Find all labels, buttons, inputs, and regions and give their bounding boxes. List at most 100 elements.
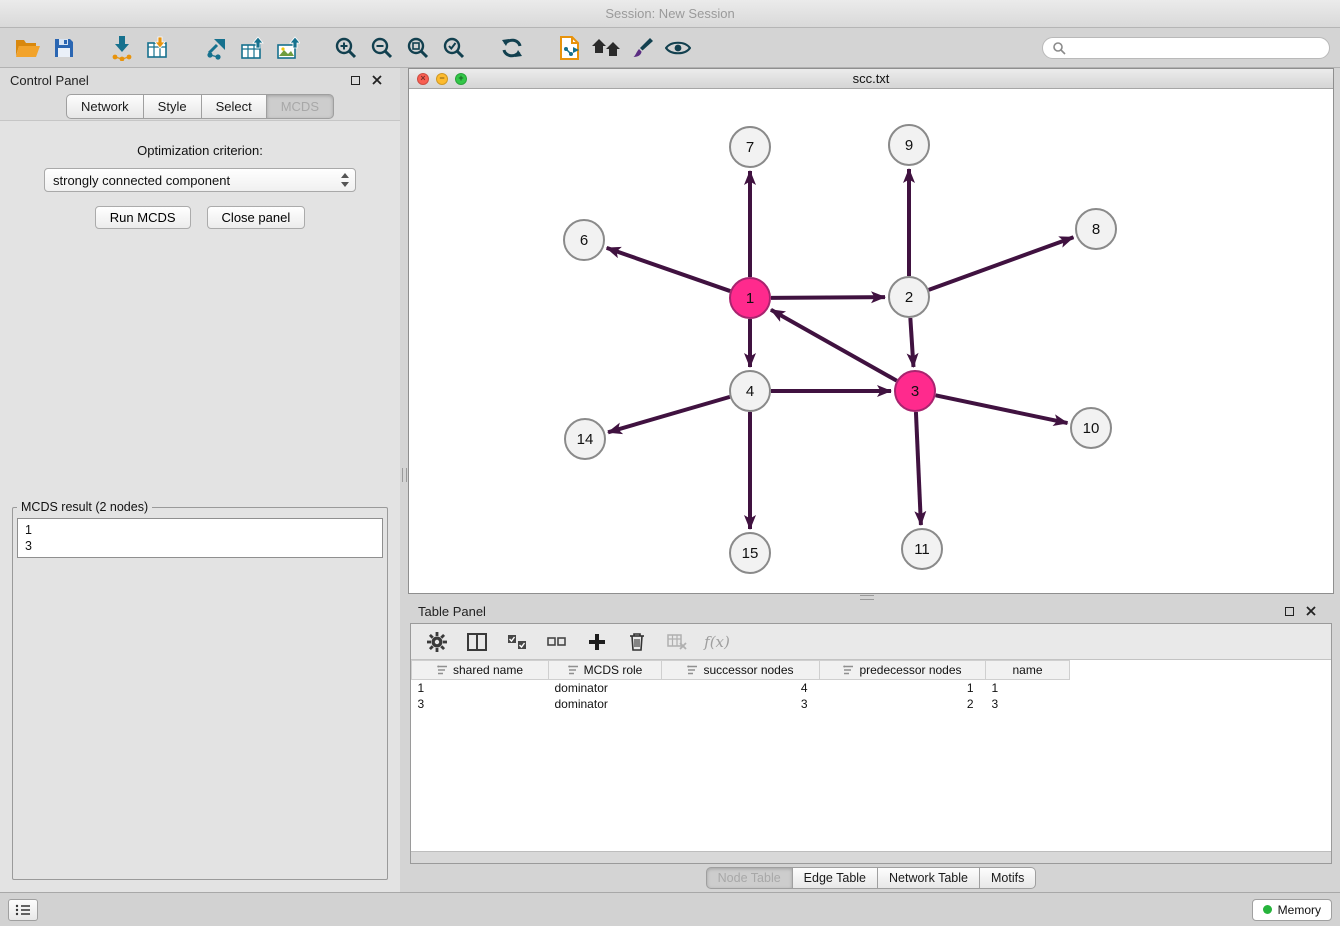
delete-table-button[interactable] <box>665 630 689 654</box>
function-builder-button[interactable]: f(x) <box>705 630 729 654</box>
column-header-name[interactable]: name <box>986 661 1070 680</box>
table-cell[interactable]: 1 <box>412 680 549 696</box>
tab-motifs[interactable]: Motifs <box>980 867 1036 889</box>
toggle-panels-button[interactable] <box>465 630 489 654</box>
column-type-icon <box>568 665 579 675</box>
column-header-shared-name[interactable]: shared name <box>412 661 549 680</box>
tab-style[interactable]: Style <box>144 94 202 119</box>
node-11[interactable]: 11 <box>902 529 942 569</box>
export-network-button[interactable] <box>198 32 234 64</box>
table-cell[interactable]: 3 <box>662 696 820 712</box>
network-from-document-button[interactable] <box>552 32 588 64</box>
node-4[interactable]: 4 <box>730 371 770 411</box>
network-canvas[interactable]: 7 9 6 8 1 2 4 3 14 10 15 11 <box>409 89 1333 593</box>
tab-network[interactable]: Network <box>66 94 144 119</box>
minimize-window-icon[interactable]: − <box>436 73 448 85</box>
import-network-button[interactable] <box>104 32 140 64</box>
zoom-selected-button[interactable] <box>436 32 472 64</box>
edge-2-3[interactable] <box>910 318 913 367</box>
node-2[interactable]: 2 <box>889 277 929 317</box>
node-3[interactable]: 3 <box>895 371 935 411</box>
column-header-predecessor-nodes[interactable]: predecessor nodes <box>820 661 986 680</box>
search-box[interactable] <box>1042 37 1330 59</box>
table-cell[interactable]: 1 <box>820 680 986 696</box>
zoom-window-icon[interactable]: + <box>455 73 467 85</box>
vertical-splitter[interactable] <box>400 68 408 892</box>
window-titlebar: Session: New Session <box>0 0 1340 28</box>
save-session-button[interactable] <box>46 32 82 64</box>
close-table-panel-icon[interactable] <box>1306 606 1316 616</box>
tab-network-table[interactable]: Network Table <box>878 867 980 889</box>
table-cell[interactable]: 3 <box>412 696 549 712</box>
column-header-mcds-role[interactable]: MCDS role <box>549 661 662 680</box>
close-panel-icon[interactable] <box>372 75 382 85</box>
home-button[interactable] <box>588 32 624 64</box>
column-settings-button[interactable] <box>425 630 449 654</box>
task-history-button[interactable] <box>8 899 38 921</box>
network-window-titlebar[interactable]: × − + scc.txt <box>409 69 1333 89</box>
import-table-button[interactable] <box>140 32 176 64</box>
node-9[interactable]: 9 <box>889 125 929 165</box>
control-panel: Control Panel Network Style Select MCDS … <box>0 68 400 892</box>
table-cell[interactable]: 2 <box>820 696 986 712</box>
deselect-all-button[interactable] <box>545 630 569 654</box>
main-toolbar <box>0 28 1340 68</box>
search-input[interactable] <box>1072 41 1320 55</box>
node-table[interactable]: shared name MCDS role successor nodes pr… <box>411 660 1331 851</box>
table-cell[interactable]: dominator <box>549 696 662 712</box>
table-bottom-strip <box>411 851 1331 863</box>
eye-icon <box>665 40 691 56</box>
add-row-button[interactable] <box>585 630 609 654</box>
criterion-select[interactable]: strongly connected component <box>44 168 356 192</box>
node-7[interactable]: 7 <box>730 127 770 167</box>
edge-4-14[interactable] <box>608 397 730 432</box>
svg-text:10: 10 <box>1083 420 1100 437</box>
close-window-icon[interactable]: × <box>417 73 429 85</box>
edge-3-1[interactable] <box>771 310 897 381</box>
node-15[interactable]: 15 <box>730 533 770 573</box>
edge-3-10[interactable] <box>936 395 1068 423</box>
float-table-panel-icon[interactable] <box>1285 607 1294 616</box>
paint-style-button[interactable] <box>624 32 660 64</box>
tab-mcds[interactable]: MCDS <box>267 94 334 119</box>
run-mcds-button[interactable]: Run MCDS <box>95 206 191 229</box>
node-6[interactable]: 6 <box>564 220 604 260</box>
table-cell[interactable]: 1 <box>986 680 1070 696</box>
network-graph[interactable]: 7 9 6 8 1 2 4 3 14 10 15 11 <box>409 89 1333 593</box>
zoom-fit-button[interactable] <box>400 32 436 64</box>
float-panel-icon[interactable] <box>351 76 360 85</box>
edge-1-2[interactable] <box>771 297 885 298</box>
show-hide-button[interactable] <box>660 32 696 64</box>
edge-2-8[interactable] <box>929 237 1074 290</box>
zoom-in-button[interactable] <box>328 32 364 64</box>
edge-1-6[interactable] <box>607 248 731 291</box>
open-file-button[interactable] <box>10 32 46 64</box>
close-panel-button[interactable]: Close panel <box>207 206 306 229</box>
node-10[interactable]: 10 <box>1071 408 1111 448</box>
export-table-button[interactable] <box>234 32 270 64</box>
delete-row-button[interactable] <box>625 630 649 654</box>
edge-3-11[interactable] <box>916 412 921 525</box>
table-row[interactable]: 3dominator323 <box>412 696 1332 712</box>
table-cell[interactable]: 4 <box>662 680 820 696</box>
tab-edge-table[interactable]: Edge Table <box>793 867 878 889</box>
paint-style-icon <box>630 36 654 60</box>
table-cell[interactable]: 3 <box>986 696 1070 712</box>
zoom-in-icon <box>334 36 358 60</box>
tab-select[interactable]: Select <box>202 94 267 119</box>
node-1[interactable]: 1 <box>730 278 770 318</box>
horizontal-splitter[interactable] <box>408 594 1334 599</box>
refresh-view-button[interactable] <box>494 32 530 64</box>
memory-status-icon <box>1263 905 1272 914</box>
export-image-button[interactable] <box>270 32 306 64</box>
node-8[interactable]: 8 <box>1076 209 1116 249</box>
node-14[interactable]: 14 <box>565 419 605 459</box>
table-row[interactable]: 1dominator411 <box>412 680 1332 696</box>
select-all-button[interactable] <box>505 630 529 654</box>
column-header-successor-nodes[interactable]: successor nodes <box>662 661 820 680</box>
table-cell[interactable]: dominator <box>549 680 662 696</box>
tab-node-table[interactable]: Node Table <box>706 867 793 889</box>
zoom-out-button[interactable] <box>364 32 400 64</box>
mcds-result-list[interactable]: 13 <box>17 518 383 558</box>
memory-button[interactable]: Memory <box>1252 899 1332 921</box>
